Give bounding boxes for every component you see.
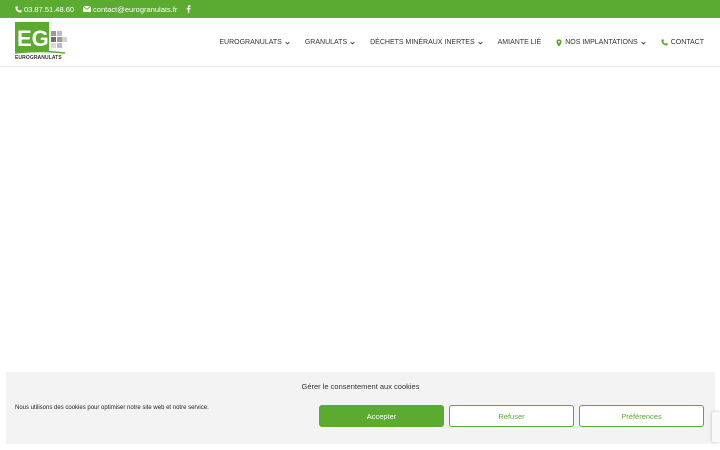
logo-mark: EG (14, 22, 67, 54)
refuse-button[interactable]: Refuser (449, 405, 574, 427)
nav-item-eurogranulats[interactable]: EUROGRANULATS (219, 39, 290, 46)
nav-label[interactable]: NOS IMPLANTATIONS (565, 39, 637, 46)
chevron-down-icon (285, 41, 290, 44)
chevron-down-icon (641, 41, 646, 44)
nav-item-amiante-lie[interactable]: AMIANTE LIÉ (498, 39, 542, 46)
map-pin-icon (556, 38, 562, 47)
nav-item-nos-implantations[interactable]: NOS IMPLANTATIONS (556, 38, 646, 47)
phone-number[interactable]: 03.87.51.48.60 (24, 5, 74, 14)
svg-text:EG: EG (17, 26, 49, 51)
facebook-link[interactable] (186, 5, 193, 13)
nav-item-granulats[interactable]: GRANULATS (305, 39, 355, 46)
facebook-icon[interactable] (186, 5, 191, 13)
accept-button[interactable]: Accepter (319, 405, 444, 427)
phone-icon (15, 5, 22, 13)
main-nav: EUROGRANULATS GRANULATS DÉCHETS MINÉRAUX… (204, 18, 704, 67)
nav-item-dechets-mineraux-inertes[interactable]: DÉCHETS MINÉRAUX INERTES (370, 39, 483, 46)
nav-item-contact[interactable]: CONTACT (661, 39, 704, 46)
nav-label[interactable]: AMIANTE LIÉ (498, 39, 542, 46)
cookie-banner-title: Gérer le consentement aux cookies (301, 382, 420, 391)
recaptcha-badge[interactable] (712, 412, 720, 442)
email-address[interactable]: contact@eurogranulats.fr (93, 5, 177, 14)
nav-label[interactable]: EUROGRANULATS (219, 39, 282, 46)
cookie-banner: Gérer le consentement aux cookies Nous u… (6, 372, 715, 444)
nav-label[interactable]: DÉCHETS MINÉRAUX INERTES (370, 39, 475, 46)
phone-icon (661, 39, 668, 46)
chevron-down-icon (477, 41, 483, 44)
top-bar: 03.87.51.48.60 contact@eurogranulats.fr (0, 0, 720, 18)
logo-name: EUROGRANULATS (15, 55, 62, 61)
logo[interactable]: EG EUROGRANULATS (14, 22, 67, 64)
preferences-button[interactable]: Préférences (579, 405, 704, 427)
phone-contact[interactable]: 03.87.51.48.60 (15, 5, 74, 14)
nav-label[interactable]: GRANULATS (305, 39, 347, 46)
nav-label[interactable]: CONTACT (671, 39, 704, 46)
chevron-down-icon (350, 41, 355, 44)
email-contact[interactable]: contact@eurogranulats.fr (83, 5, 177, 14)
cookie-banner-message: Nous utilisons des cookies pour optimise… (15, 405, 209, 411)
site-header: EG EUROGRANULATS EUROGRANULATS GRANULATS… (0, 18, 720, 67)
envelope-icon (83, 6, 92, 12)
